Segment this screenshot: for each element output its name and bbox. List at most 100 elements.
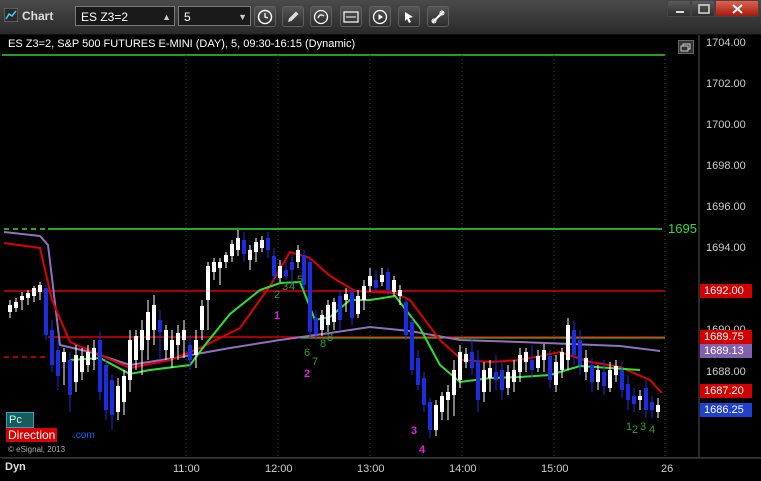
price-axis-label: 1704.00 [706,37,746,49]
candle-body [620,370,624,390]
price-axis-label: 1694.00 [706,242,746,254]
candle-body [116,386,120,412]
candle-body [362,286,366,300]
candle-body [356,296,360,314]
time-axis-label: 14:00 [449,463,477,475]
price-chart[interactable]: 1 2 3 4 2 3 4 5 6 7 8 8 1 2 3 4 [0,0,761,481]
candle-body [170,340,174,358]
candle-body [314,318,318,334]
candle-body [104,365,108,410]
candle-body [446,392,450,400]
candle-body [86,352,90,365]
candle-body [332,302,336,322]
candle-body [602,372,606,386]
price-axis-label: 1696.00 [706,201,746,213]
expand-button[interactable] [678,40,694,54]
chart-window: Chart ES Z3=2 ▲ 5 ▼ 1 2 3 4 2 3 4 5 6 7 … [0,0,761,481]
candle-body [434,405,438,430]
candle-body [80,356,84,372]
candle-body [344,294,348,300]
price-axis-label: 1700.00 [706,119,746,131]
candle-body [278,266,282,278]
count-marker: 3 [411,425,417,437]
candle-body [590,365,594,382]
candle-body [158,320,162,332]
candle-body [410,322,414,370]
candle-body [326,305,330,325]
time-axis-label: 15:00 [541,463,569,475]
candle-body [650,402,654,410]
copyright-text: © eSignal, 2013 [8,445,66,454]
candle-body [320,315,324,330]
candle-body [386,272,390,290]
candle-body [206,266,210,300]
count-marker: 4 [289,281,295,293]
candle-body [44,288,48,335]
logo-direction: Direction [6,428,58,442]
candle-body [422,378,426,405]
candle-body [200,306,204,330]
candle-body [452,370,456,395]
price-badge: 1689.13 [700,344,752,358]
candle-body [530,360,534,370]
candle-body [242,240,246,254]
candle-body [92,348,96,360]
candle-body [38,285,42,292]
candle-body [236,238,240,250]
candle-body [296,250,300,262]
candle-body [110,380,114,415]
candle-body [152,305,156,330]
level-label: 1695 [668,221,697,236]
candle-body [374,280,378,288]
candle-body [506,372,510,388]
count-marker: 2 [274,289,280,301]
price-badge: 1686.25 [700,403,752,417]
candle-body [608,370,612,388]
candle-body [584,358,588,372]
price-badge: 1687.20 [700,384,752,398]
dynamic-label: Dyn [5,461,26,473]
candle-body [440,396,444,412]
candle-body [464,354,468,362]
candle-body [8,305,12,312]
time-axis-label: 11:00 [173,463,200,475]
candle-body [398,290,402,296]
candle-body [272,256,276,276]
candle-body [308,262,312,332]
candle-body [14,302,18,308]
candle-body [266,238,270,250]
candle-body [368,276,372,286]
candle-body [500,370,504,390]
candle-body [524,352,528,362]
price-axis-label: 1698.00 [706,160,746,172]
candle-body [128,340,132,380]
candle-body [290,262,294,270]
candle-body [20,296,24,300]
price-badge: 1692.00 [700,284,752,298]
candle-body [74,355,78,382]
candle-body [626,384,630,400]
candle-body [638,396,642,400]
candle-body [578,340,582,365]
count-marker: 3 [640,421,646,433]
candle-body [122,376,126,402]
candle-body [32,288,36,296]
candle-body [68,360,72,395]
candle-body [488,368,492,378]
logo-suffix: .com [73,430,95,441]
time-axis-label: 13:00 [357,463,385,475]
count-marker: 2 [304,368,310,380]
candle-body [518,355,522,372]
candle-body [536,356,540,368]
count-marker: 6 [304,347,310,359]
candle-body [392,280,396,292]
time-axis-label: 26 [661,463,674,475]
candle-body [548,356,552,380]
candle-body [656,405,660,412]
candle-body [416,358,420,385]
candle-body [230,244,234,256]
chart-title: ES Z3=2, S&P 500 FUTURES E-MINI (DAY), 5… [8,38,356,50]
candle-body [260,240,264,248]
candle-body [338,296,342,320]
time-axis-label: 12:00 [265,463,293,475]
